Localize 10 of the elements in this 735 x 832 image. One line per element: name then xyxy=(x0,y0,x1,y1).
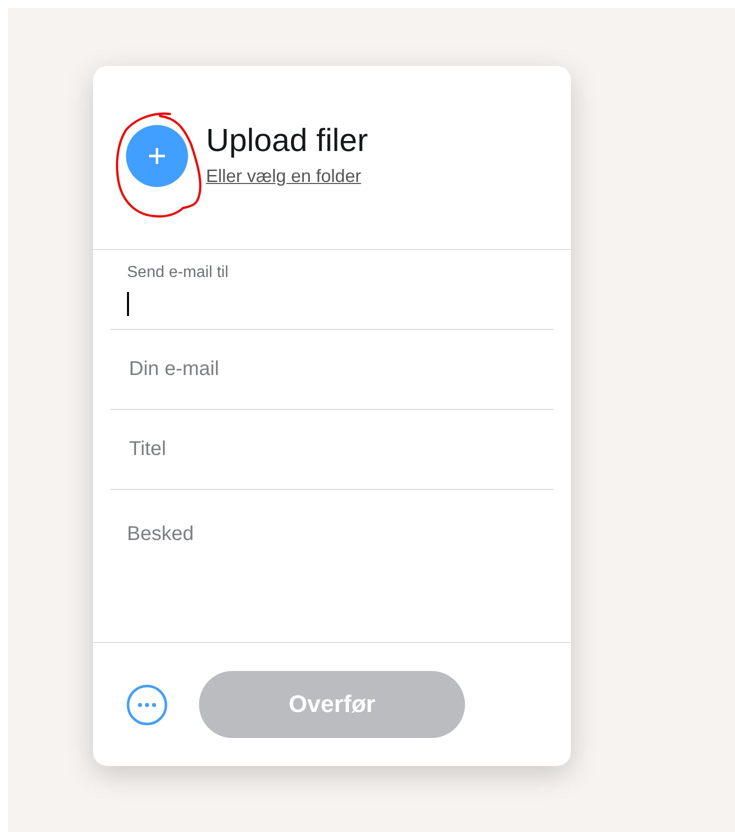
upload-title: Upload filer xyxy=(206,120,368,160)
add-files-button[interactable] xyxy=(126,124,188,186)
more-icon xyxy=(126,684,168,726)
input-field[interactable]: Din e-mail xyxy=(110,330,554,410)
choose-folder-link[interactable]: Eller vælg en folder xyxy=(206,164,362,188)
input-field[interactable]: Titel xyxy=(110,410,554,490)
plus-icon xyxy=(148,146,166,164)
field-label: Send e-mail til xyxy=(127,263,228,283)
message-field[interactable]: Besked xyxy=(110,490,554,642)
more-options-button[interactable] xyxy=(126,684,168,726)
